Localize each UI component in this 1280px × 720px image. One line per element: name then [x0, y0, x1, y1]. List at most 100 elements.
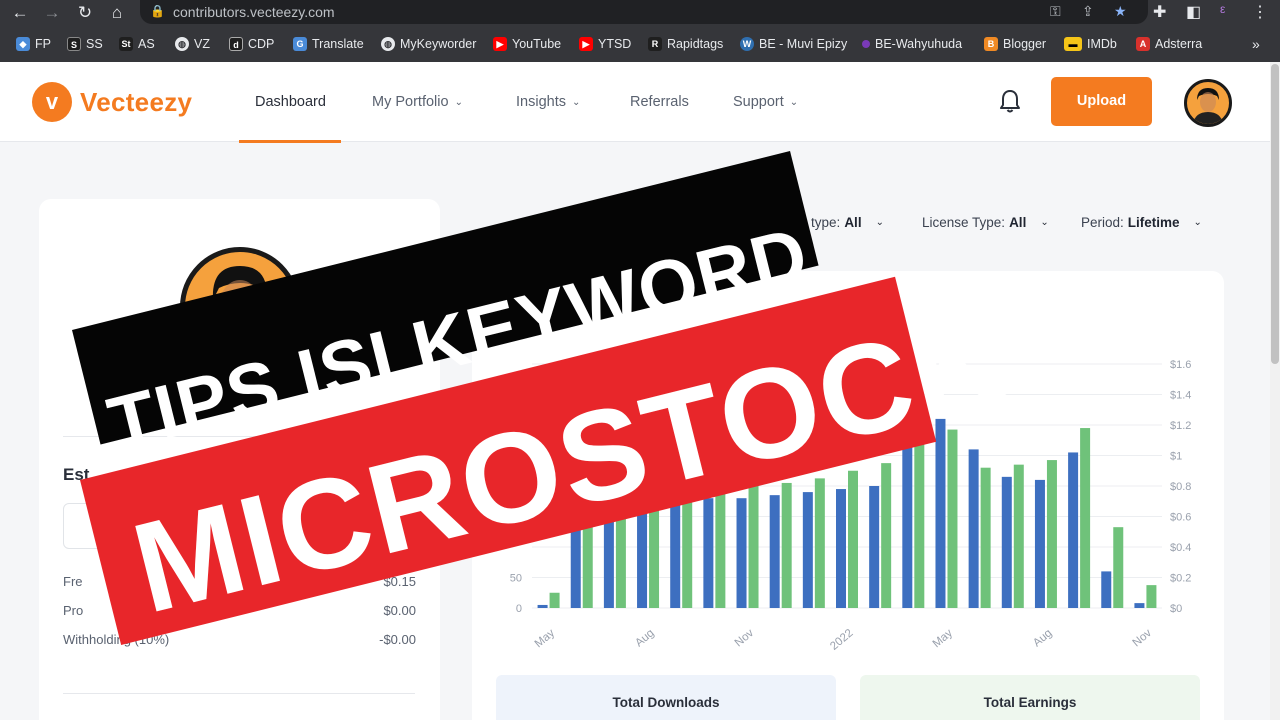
chevron-down-icon: ⌄ [875, 217, 884, 228]
vecteezy-logo[interactable]: v Vecteezy [32, 82, 192, 122]
share-icon[interactable]: ⇪ [1082, 3, 1094, 20]
home-icon[interactable]: ⌂ [107, 3, 127, 23]
downloads-bar[interactable] [670, 501, 681, 608]
earnings-bar[interactable] [781, 482, 792, 608]
bookmark-icon: St [119, 37, 133, 51]
earnings-bar[interactable] [549, 592, 560, 608]
earnings-bar[interactable] [1146, 585, 1157, 608]
user-avatar[interactable] [1184, 79, 1232, 127]
earnings-bar[interactable] [881, 463, 892, 608]
bookmark-label: CDP [248, 37, 275, 51]
chevron-down-icon: ⌄ [1040, 217, 1049, 228]
downloads-bar[interactable] [836, 489, 846, 608]
key-icon[interactable]: ⚿ [1050, 3, 1061, 20]
downloads-bar[interactable] [1134, 603, 1145, 608]
browser-chrome: ← → ↻ ⌂ 🔒 contributors.vecteezy.com ⚿ ⇪ … [0, 0, 1280, 62]
filter-label: License Type: [922, 215, 1006, 230]
bookmark-cdp[interactable]: d CDP [229, 35, 274, 53]
earnings-bar[interactable] [814, 478, 825, 608]
nav-label: Support [733, 94, 784, 110]
earnings-bar[interactable] [1080, 428, 1091, 608]
profile-icon[interactable]: ε [1220, 2, 1225, 16]
bookmark-vz[interactable]: ◍ VZ [175, 35, 210, 53]
nav-my-portfolio[interactable]: My Portfolio ⌄ [372, 94, 463, 110]
bookmark-icon: ◆ [16, 37, 30, 51]
scrollbar-thumb[interactable] [1271, 64, 1279, 364]
nav-referrals[interactable]: Referrals [630, 94, 689, 110]
downloads-bar[interactable] [736, 498, 747, 608]
downloads-bar[interactable] [537, 604, 548, 608]
address-row: ← → ↻ ⌂ 🔒 contributors.vecteezy.com ⚿ ⇪ … [0, 0, 1280, 26]
bookmark-label: BE-Wahyuhuda [875, 37, 963, 51]
bookmark-label: IMDb [1087, 37, 1117, 51]
bookmark-label: Translate [312, 37, 364, 51]
bookmark-translate[interactable]: G Translate [293, 35, 364, 53]
downloads-bar[interactable] [1034, 479, 1045, 608]
bookmark-icon [862, 40, 870, 48]
period-filter[interactable]: Period: Lifetime ⌄ [1081, 215, 1202, 230]
star-icon[interactable]: ★ [1114, 3, 1127, 20]
bookmark-mykeyworder[interactable]: ◍ MyKeyworder [381, 35, 476, 53]
nav-label: My Portfolio [372, 94, 449, 110]
bookmark-blogger[interactable]: B Blogger [984, 35, 1046, 53]
downloads-bar[interactable] [1101, 571, 1112, 608]
bookmark-imdb[interactable]: ▬ IMDb [1064, 35, 1117, 53]
total-earnings-tab[interactable]: Total Earnings [860, 675, 1200, 720]
total-downloads-tab[interactable]: Total Downloads [496, 675, 836, 720]
chevron-down-icon: ⌄ [789, 96, 799, 108]
license-type-filter[interactable]: License Type: All ⌄ [922, 215, 1049, 230]
forward-icon[interactable]: → [42, 3, 62, 23]
more-bookmarks[interactable]: » [1252, 35, 1260, 53]
downloads-bar[interactable] [1068, 452, 1079, 608]
bookmark-be-muvi[interactable]: W BE - Muvi Epizy [740, 35, 847, 53]
bookmark-adsterra[interactable]: A Adsterra [1136, 35, 1202, 53]
earnings-bar[interactable] [748, 486, 759, 608]
bookmark-ss[interactable]: S SS [67, 35, 103, 53]
filter-value: All [844, 215, 862, 230]
downloads-bar[interactable] [968, 449, 979, 608]
earnings-bar[interactable] [1113, 527, 1124, 608]
page-scrollbar[interactable] [1270, 62, 1280, 720]
side-panel-icon[interactable]: ◧ [1186, 2, 1201, 22]
upload-button[interactable]: Upload [1051, 77, 1152, 126]
back-icon[interactable]: ← [10, 3, 30, 23]
active-tab-indicator [239, 140, 341, 143]
bell-icon[interactable] [998, 88, 1022, 114]
extensions-icon[interactable]: ✚ [1153, 2, 1166, 22]
bookmark-fp[interactable]: ◆ FP [16, 35, 51, 53]
reload-icon[interactable]: ↻ [75, 3, 95, 23]
menu-icon[interactable]: ⋮ [1252, 2, 1268, 22]
downloads-bar[interactable] [703, 498, 714, 608]
bookmark-label: Blogger [1003, 37, 1047, 51]
x-tick-label: Aug [633, 627, 656, 649]
downloads-bar[interactable] [869, 486, 880, 608]
downloads-bar[interactable] [802, 492, 813, 608]
earnings-bar[interactable] [980, 467, 991, 608]
nav-dashboard[interactable]: Dashboard [255, 94, 326, 110]
downloads-bar[interactable] [1001, 476, 1012, 608]
y-right-tick-label: $0.8 [1170, 481, 1191, 493]
url-text[interactable]: contributors.vecteezy.com [173, 4, 335, 20]
x-tick-label: May [533, 627, 558, 650]
bookmark-as[interactable]: St AS [119, 35, 155, 53]
divider [63, 693, 415, 694]
downloads-bar[interactable] [769, 495, 780, 608]
x-tick-label: 2022 [828, 627, 855, 653]
earnings-bar[interactable] [715, 486, 726, 608]
address-bar[interactable]: 🔒 contributors.vecteezy.com ⚿ ⇪ ★ [140, 0, 1148, 24]
nav-support[interactable]: Support ⌄ [733, 94, 798, 110]
earnings-bar[interactable] [1013, 464, 1024, 608]
bookmark-label: Rapidtags [667, 37, 724, 51]
earnings-bar[interactable] [947, 429, 958, 608]
earnings-bar[interactable] [1046, 460, 1057, 608]
bookmark-ytsd[interactable]: ▶ YTSD [579, 35, 631, 53]
bookmark-youtube[interactable]: ▶ YouTube [493, 35, 561, 53]
globe-icon: ◍ [381, 37, 395, 51]
x-tick-label: Aug [1031, 627, 1054, 649]
earnings-bar[interactable] [848, 470, 858, 608]
bookmark-label: AS [138, 37, 155, 51]
bookmark-be-wahyuhuda[interactable]: BE-Wahyuhuda [862, 35, 962, 53]
bookmark-rapidtags[interactable]: R Rapidtags [648, 35, 723, 53]
nav-insights[interactable]: Insights ⌄ [516, 94, 580, 110]
bookmarks-bar: ◆ FP S SS St AS ◍ VZ d CDP G Translate ◍ MyKeyw… [0, 31, 1280, 57]
